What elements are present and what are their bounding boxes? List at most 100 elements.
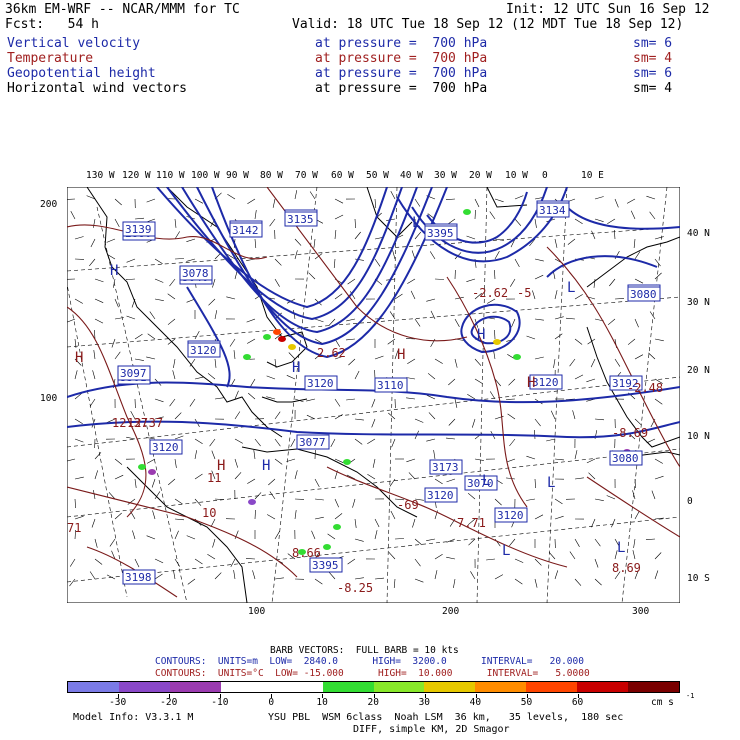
high-pressure-marker: H — [75, 350, 83, 366]
high-pressure-marker: H — [527, 375, 535, 391]
temperature-label: 7.71 — [457, 516, 486, 530]
valid-time: Valid: 18 UTC Tue 18 Sep 12 (12 MDT Tue … — [292, 17, 684, 32]
colorbar-tick-label: 10 — [316, 697, 328, 708]
units-exponent: -1 — [686, 692, 695, 700]
field-name: Geopotential height — [7, 66, 156, 81]
colorbar-tick-label: 20 — [367, 697, 379, 708]
lon-label: 120 W — [122, 170, 151, 181]
vertical-velocity-cell — [248, 499, 256, 505]
height-label: 3134 — [539, 204, 566, 217]
vertical-velocity-cell — [278, 336, 286, 342]
field-smoothing: sm= 4 — [633, 51, 673, 66]
lat-label: 20 N — [687, 365, 710, 376]
vertical-velocity-cell — [463, 209, 471, 215]
height-label: 3077 — [299, 436, 326, 449]
low-pressure-marker: L — [547, 475, 555, 491]
vertical-velocity-cell — [243, 354, 251, 360]
field-level: at pressure = 700 hPa — [315, 51, 488, 66]
colorbar-swatch — [628, 682, 680, 692]
field-smoothing: sm= 6 — [633, 36, 673, 51]
low-pressure-marker: L — [482, 473, 490, 489]
grid-y-label: 200 — [40, 199, 58, 210]
grid-x-label: 200 — [442, 606, 460, 617]
temperature-label: -8.69 — [612, 426, 648, 440]
height-label: 3120 — [497, 509, 524, 522]
vertical-velocity-cell — [513, 354, 521, 360]
colorbar-swatch — [424, 682, 476, 692]
colorbar-tick-label: -20 — [160, 697, 178, 708]
model-info: Model Info: V3.3.1 M — [73, 712, 194, 723]
lon-label: 30 W — [434, 170, 457, 181]
lon-label: 130 W — [86, 170, 115, 181]
temperature-label: -5 — [517, 286, 531, 300]
height-label: 3097 — [120, 367, 147, 380]
high-pressure-marker: H — [110, 263, 118, 279]
height-label: 3395 — [312, 559, 339, 572]
vertical-velocity-cell — [273, 329, 281, 335]
height-label: 3395 — [427, 227, 454, 240]
colorbar-swatch — [322, 682, 374, 692]
height-label: 3078 — [182, 267, 209, 280]
field-name: Vertical velocity — [7, 36, 141, 51]
height-label: 3110 — [377, 379, 404, 392]
field-smoothing: sm= 4 — [633, 81, 673, 96]
colorbar-tick-label: -10 — [211, 697, 229, 708]
colorbar-tick-label: -30 — [109, 697, 127, 708]
high-pressure-marker: H — [477, 327, 485, 343]
lon-label: 10 W — [505, 170, 528, 181]
vertical-velocity-cell — [493, 339, 501, 345]
colorbar-tick-label: 60 — [571, 697, 584, 708]
lat-label: 10 N — [687, 431, 710, 442]
height-label: 3173 — [432, 461, 459, 474]
barb-legend: BARB VECTORS: FULL BARB = 10 kts — [270, 645, 459, 656]
diffusion-info: DIFF, simple KM, 2D Smagor — [353, 724, 510, 735]
colorbar-swatch — [169, 682, 221, 692]
weather-map: 3020288028803120290030403120312033013120… — [67, 187, 680, 603]
height-label: 3120 — [152, 441, 179, 454]
vertical-velocity-cell — [148, 469, 156, 475]
height-label: 3139 — [125, 223, 152, 236]
height-label: 3080 — [612, 452, 639, 465]
colorbar-swatch — [118, 682, 170, 692]
lon-label: 0 — [542, 170, 548, 181]
field-level: at pressure = 700 hPa — [315, 36, 488, 51]
field-name: Temperature — [7, 51, 94, 66]
temp-contour-legend: CONTOURS: UNITS=°C LOW= -15.000 HIGH= 10… — [155, 668, 590, 679]
field-name: Horizontal wind vectors — [7, 81, 188, 96]
temperature-label: 71 — [67, 521, 81, 535]
lon-label: 110 W — [156, 170, 185, 181]
low-pressure-marker: L — [617, 540, 625, 556]
high-pressure-marker: H — [262, 458, 270, 474]
vertical-velocity-cell — [263, 334, 271, 340]
height-label: 3120 — [427, 489, 454, 502]
temperature-label: 8.66 — [292, 546, 321, 560]
grid-x-label: 100 — [248, 606, 266, 617]
vertical-velocity-cell — [138, 464, 146, 470]
temperature-label: -2.48 — [627, 381, 663, 395]
temperature-label: 12.37 — [127, 416, 163, 430]
temperature-label: 8.69 — [612, 561, 641, 575]
colorbar-swatch — [271, 682, 323, 692]
grid-x-label: 300 — [632, 606, 650, 617]
high-pressure-marker: H — [397, 347, 405, 363]
lat-label: 10 S — [687, 573, 710, 584]
height-contour-legend: CONTOURS: UNITS=m LOW= 2840.0 HIGH= 3200… — [155, 656, 584, 667]
colorbar-tick-label: 40 — [469, 697, 482, 708]
field-smoothing: sm= 6 — [633, 66, 673, 81]
height-label: 3135 — [287, 213, 314, 226]
low-pressure-marker: L — [412, 215, 420, 231]
lon-label: 60 W — [331, 170, 354, 181]
lat-label: 30 N — [687, 297, 710, 308]
height-label: 3142 — [232, 224, 259, 237]
colorbar-swatch — [526, 682, 578, 692]
lon-label: 40 W — [400, 170, 423, 181]
colorbar-swatch — [475, 682, 527, 692]
vertical-velocity-cell — [333, 524, 341, 530]
lon-label: 10 E — [581, 170, 604, 181]
colorbar-swatch — [373, 682, 425, 692]
vertical-velocity-cell — [323, 544, 331, 550]
init-time: Init: 12 UTC Sun 16 Sep 12 — [506, 2, 710, 17]
low-pressure-marker: L — [502, 543, 510, 559]
vertical-velocity-colorbar — [67, 681, 680, 693]
temperature-label: -8.25 — [337, 581, 373, 595]
